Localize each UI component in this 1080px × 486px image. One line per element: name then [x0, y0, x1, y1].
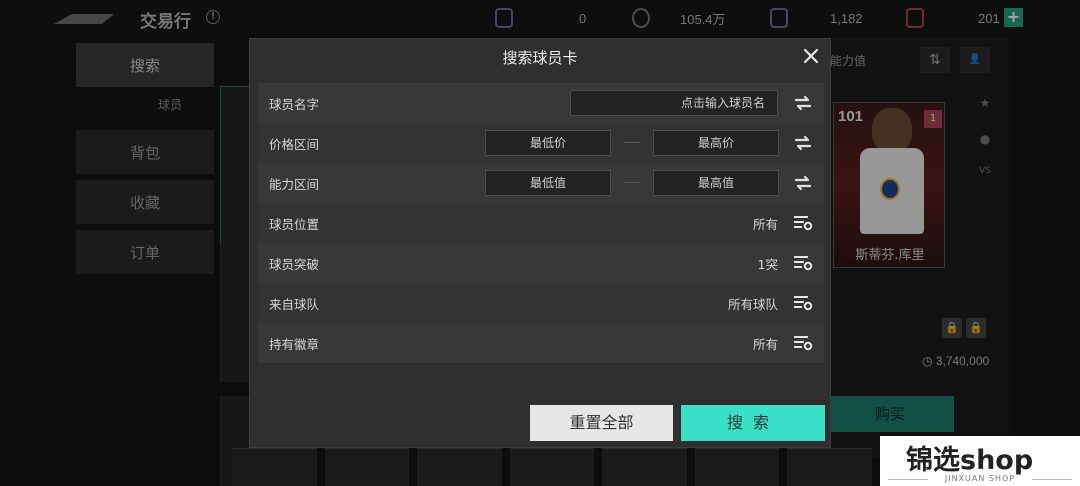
row-label: 价格区间 [269, 136, 320, 152]
row-label: 球员名字 [269, 96, 320, 112]
search-button[interactable]: 搜索 [681, 405, 825, 441]
range-separator [624, 142, 640, 143]
filter-settings-icon[interactable] [793, 295, 813, 311]
filter-rows: 球员名字 价格区间 最低价 最高价 能力区间 最低值 最高值 [258, 83, 824, 363]
range-separator [624, 182, 640, 183]
dialog-header: 搜索球员卡 [250, 39, 830, 75]
reset-ability-icon[interactable] [794, 174, 812, 192]
filter-settings-icon[interactable] [793, 335, 813, 351]
filter-row-badge[interactable]: 持有徽章 所有 [258, 323, 824, 363]
divider [1032, 479, 1072, 480]
reset-price-icon[interactable] [794, 134, 812, 152]
watermark-title: 锦选shop [906, 445, 1034, 476]
row-label: 来自球队 [269, 296, 320, 312]
filter-row-price: 价格区间 最低价 最高价 [258, 123, 824, 163]
min-price-input[interactable]: 最低价 [485, 130, 611, 156]
breakthrough-value: 1突 [757, 256, 778, 272]
filter-settings-icon[interactable] [793, 215, 813, 231]
filter-row-position[interactable]: 球员位置 所有 [258, 203, 824, 243]
filter-row-breakthrough[interactable]: 球员突破 1突 [258, 243, 824, 283]
reset-name-icon[interactable] [794, 94, 812, 112]
reset-all-button[interactable]: 重置全部 [530, 405, 673, 441]
row-label: 持有徽章 [269, 336, 320, 352]
max-price-input[interactable]: 最高价 [653, 130, 779, 156]
filter-settings-icon[interactable] [793, 255, 813, 271]
dialog-title: 搜索球员卡 [502, 49, 578, 67]
shop-watermark: 锦选shop JINXUAN SHOP [880, 436, 1080, 486]
badge-value: 所有 [752, 336, 778, 352]
row-label: 能力区间 [269, 176, 320, 192]
max-ability-input[interactable]: 最高值 [653, 170, 779, 196]
search-player-card-dialog: 搜索球员卡 球员名字 价格区间 最低价 最高价 能力区间 最低值 [249, 38, 831, 448]
row-label: 球员位置 [269, 216, 320, 232]
filter-row-name: 球员名字 [258, 83, 824, 123]
row-label: 球员突破 [269, 256, 320, 272]
team-value: 所有球队 [727, 296, 778, 312]
filter-row-ability: 能力区间 最低值 最高值 [258, 163, 824, 203]
player-name-input[interactable] [570, 90, 778, 116]
min-ability-input[interactable]: 最低值 [485, 170, 611, 196]
close-icon[interactable] [802, 47, 820, 65]
filter-row-team[interactable]: 来自球队 所有球队 [258, 283, 824, 323]
position-value: 所有 [752, 216, 778, 232]
